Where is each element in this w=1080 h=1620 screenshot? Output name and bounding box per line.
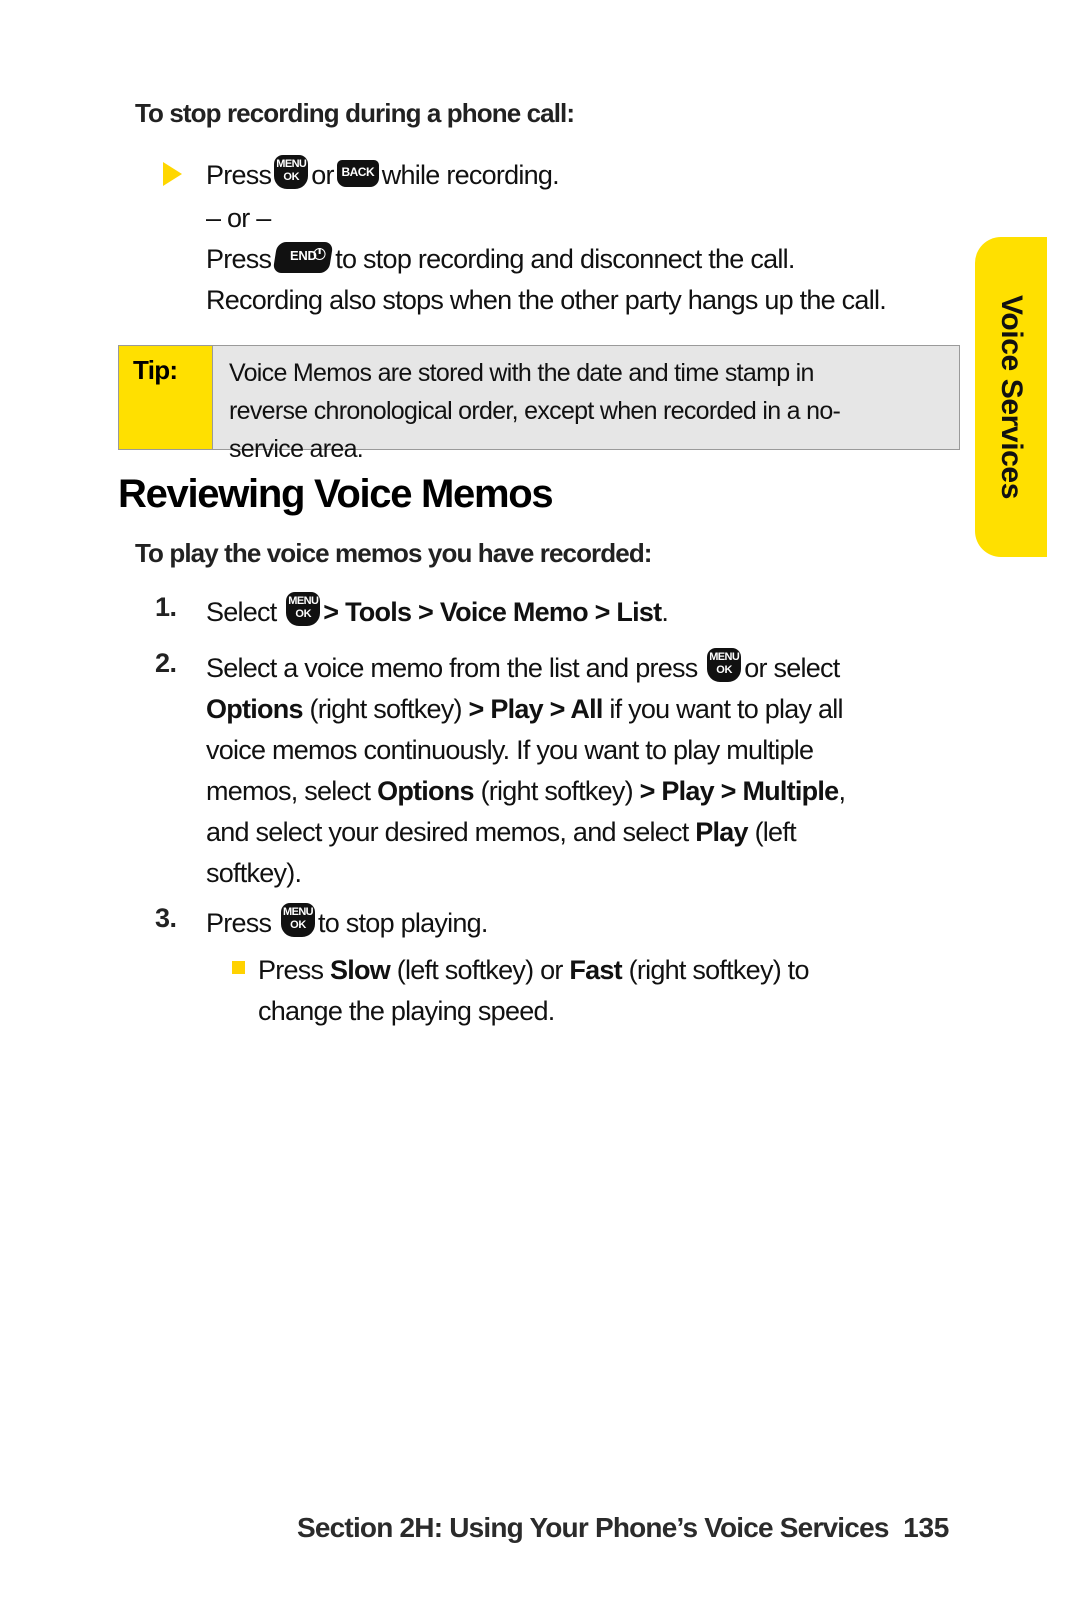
step-1-number: 1. (155, 592, 177, 622)
step-2-text: Select a voice memo from the list and pr… (206, 648, 946, 894)
step-2-line-2: Options (right softkey) > Play > All if … (206, 694, 844, 724)
menu-ok-key-line1: MENU (276, 158, 307, 170)
end-key-icon: END (272, 242, 334, 273)
menu-ok-key-line2: OK (290, 919, 306, 931)
press-label-2: Press (206, 244, 272, 274)
menu-ok-key-line1: MENU (288, 595, 319, 607)
tip-line-2: reverse chronological order, except when… (229, 397, 841, 425)
menu-ok-key-line2: OK (716, 664, 733, 676)
heading-to-play: To play the voice memos you have recorde… (135, 538, 652, 568)
heading-stop-recording: To stop recording during a phone call: (135, 98, 575, 128)
tip-body: Voice Memos are stored with the date and… (213, 346, 959, 463)
while-recording-label: while recording. (381, 160, 560, 190)
step-1-path: > Tools > Voice Memo > List (323, 597, 662, 627)
menu-ok-key-line2: OK (283, 171, 300, 183)
tip-line-1: Voice Memos are stored with the date and… (229, 359, 814, 387)
menu-ok-key-line1: MENU (709, 651, 740, 663)
sub-bullet-line-2: change the playing speed. (258, 996, 555, 1026)
tip-box: Tip: Voice Memos are stored with the dat… (118, 345, 960, 463)
square-bullet-icon (232, 961, 245, 974)
page-number: 135 (903, 1512, 949, 1543)
press-label-1: Press (206, 160, 272, 190)
tip-line-3: service area. (229, 435, 364, 463)
stop-recording-line-1: Press MENU OK or BACK while recording. (206, 155, 560, 196)
stop-playing-label: to stop playing. (318, 908, 488, 938)
back-key-line1: BACK (341, 165, 375, 179)
or-label: or (311, 160, 334, 190)
step-3-text: Press MENU OK to stop playing. (206, 903, 488, 944)
tip-label: Tip: (133, 355, 178, 385)
footer-section-label: Section 2H: Using Your Phone’s Voice Ser… (297, 1512, 889, 1543)
page-title: Reviewing Voice Memos (118, 472, 554, 516)
step-3-sub-bullet-text: Press Slow (left softkey) or Fast (right… (258, 950, 958, 1032)
tip-label-cell: Tip: (119, 346, 213, 449)
step-1-text: Select MENU OK > Tools > Voice Memo > List… (206, 592, 669, 633)
side-tab-label: Voice Services (995, 295, 1028, 499)
stop-recording-line-3: Recording also stops when the other part… (206, 285, 887, 315)
footer: Section 2H: Using Your Phone’s Voice Ser… (0, 1512, 975, 1558)
step-2-line-6: softkey). (206, 858, 302, 888)
stop-recording-line-2: Press END to stop recording and disconnect… (206, 239, 795, 280)
menu-ok-key-line2: OK (295, 608, 312, 620)
step-2-line-3: voice memos continuously. If you want to… (206, 735, 814, 765)
stop-disconnect-label: to stop recording and disconnect the cal… (335, 244, 795, 274)
menu-ok-key-icon: MENU OK (274, 155, 309, 189)
menu-ok-key-icon: MENU OK (707, 648, 742, 682)
back-key-icon: BACK (336, 160, 379, 187)
menu-ok-key-line1: MENU (283, 906, 314, 918)
sub-bullet-line-1: Press Slow (left softkey) or Fast (right… (258, 955, 809, 985)
step-2-line-5: and select your desired memos, and selec… (206, 817, 797, 847)
press-label-3: Press (206, 908, 279, 938)
step-1-period: . (661, 597, 669, 627)
step-2-line-4: memos, select Options (right softkey) > … (206, 776, 846, 806)
step-3-number: 3. (155, 903, 177, 933)
select-label: Select (206, 597, 284, 627)
triangle-bullet-icon (163, 162, 182, 186)
menu-ok-key-icon: MENU OK (281, 903, 316, 937)
side-tab-voice-services: Voice Services (975, 237, 1047, 557)
step-2-number: 2. (155, 648, 177, 678)
page-content: To stop recording during a phone call: P… (0, 0, 975, 1620)
menu-ok-key-icon: MENU OK (286, 592, 321, 626)
manual-page: Voice Services To stop recording during … (0, 0, 1080, 1620)
step-2-line-1: Select a voice memo from the list and pr… (206, 648, 946, 689)
or-divider: – or – (206, 203, 271, 233)
